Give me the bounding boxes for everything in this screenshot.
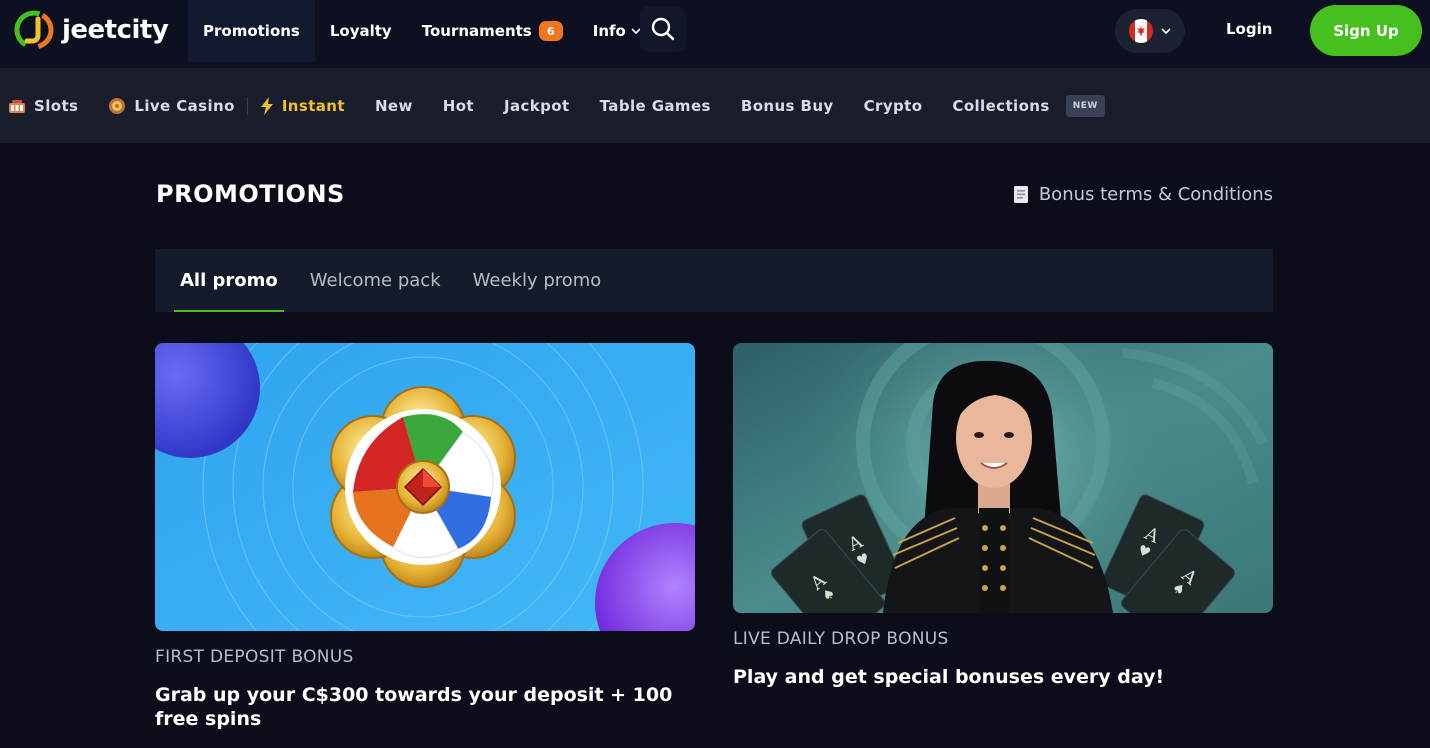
category-live-casino[interactable]: Live Casino (108, 97, 234, 115)
nav-loyalty-label: Loyalty (329, 22, 392, 40)
live-casino-icon (108, 97, 126, 115)
search-icon (651, 17, 675, 41)
tab-weekly-promo-label: Weekly promo (472, 270, 602, 291)
category-new[interactable]: New (375, 97, 413, 115)
tournaments-count-badge: 6 (538, 21, 563, 41)
signup-button[interactable]: Sign Up (1310, 5, 1422, 56)
logo-icon (14, 10, 54, 50)
category-divider (246, 96, 248, 115)
promo-category: LIVE DAILY DROP BONUS (733, 629, 949, 649)
document-icon (1013, 185, 1029, 204)
category-crypto[interactable]: Crypto (864, 97, 923, 115)
logo-text: jeetcity (62, 15, 169, 45)
category-crypto-label: Crypto (863, 96, 923, 115)
category-jackpot[interactable]: Jackpot (504, 97, 570, 115)
category-bonus-buy-label: Bonus Buy (740, 96, 834, 115)
category-jackpot-label: Jackpot (504, 96, 570, 115)
lightning-icon (260, 96, 274, 115)
category-bonus-buy[interactable]: Bonus Buy (741, 97, 834, 115)
promo-image-first-deposit (155, 343, 695, 631)
canada-flag-icon (1129, 19, 1153, 43)
search-button[interactable] (640, 6, 686, 52)
promo-image-live-daily-drop: A ♥ A ♠ A ♥ A ♠ (733, 343, 1273, 613)
nav-tournaments-label: Tournaments (421, 22, 532, 40)
category-collections[interactable]: Collections (952, 97, 1049, 115)
category-live-casino-label: Live Casino (134, 96, 235, 115)
nav-promotions-label: Promotions (203, 22, 300, 40)
chevron-down-icon (1161, 28, 1171, 35)
promo-category: FIRST DEPOSIT BONUS (155, 647, 354, 667)
language-selector[interactable] (1115, 9, 1185, 53)
category-table-games-label: Table Games (599, 96, 711, 115)
category-hot[interactable]: Hot (443, 97, 474, 115)
category-slots-label: Slots (34, 96, 79, 115)
new-badge: NEW (1065, 94, 1105, 117)
promo-card-first-deposit[interactable]: FIRST DEPOSIT BONUS Grab up your C$300 t… (155, 343, 695, 731)
top-header: jeetcity Promotions Loyalty Tournaments … (0, 0, 1430, 68)
promo-tabs: All promo Welcome pack Weekly promo (155, 249, 1273, 312)
promo-card-live-daily-drop[interactable]: A ♥ A ♠ A ♥ A ♠ LIVE DAILY DROP BONUS Pl… (733, 343, 1273, 689)
logo[interactable]: jeetcity (14, 8, 169, 52)
promo-title: Play and get special bonuses every day! (733, 666, 1165, 688)
tab-weekly-promo[interactable]: Weekly promo (467, 249, 608, 312)
category-instant-label: Instant (281, 96, 345, 115)
main-nav: Promotions Loyalty Tournaments 6 Info (188, 0, 656, 62)
category-bar: Slots Live Casino Instant New Hot Jackpo… (0, 68, 1430, 143)
nav-loyalty[interactable]: Loyalty (315, 0, 407, 62)
tab-all-promo-label: All promo (180, 270, 278, 291)
tab-all-promo[interactable]: All promo (174, 249, 284, 312)
category-collections-label: Collections (952, 96, 1050, 115)
category-table-games[interactable]: Table Games (600, 97, 711, 115)
bonus-terms-link[interactable]: Bonus terms & Conditions (1013, 184, 1273, 205)
category-hot-label: Hot (442, 96, 474, 115)
nav-promotions[interactable]: Promotions (188, 0, 315, 62)
nav-tournaments[interactable]: Tournaments 6 (407, 0, 578, 62)
tab-welcome-pack-label: Welcome pack (309, 270, 441, 291)
promo-title: Grab up your C$300 towards your deposit … (155, 684, 673, 730)
category-slots[interactable]: Slots (8, 97, 78, 115)
nav-info-label: Info (592, 22, 626, 40)
category-instant[interactable]: Instant (260, 96, 345, 115)
login-button[interactable]: Login (1212, 9, 1286, 49)
page-title: PROMOTIONS (156, 180, 345, 208)
bonus-terms-label: Bonus terms & Conditions (1038, 184, 1273, 205)
slots-icon (8, 98, 26, 114)
tab-welcome-pack[interactable]: Welcome pack (304, 249, 447, 312)
category-new-label: New (374, 96, 413, 115)
